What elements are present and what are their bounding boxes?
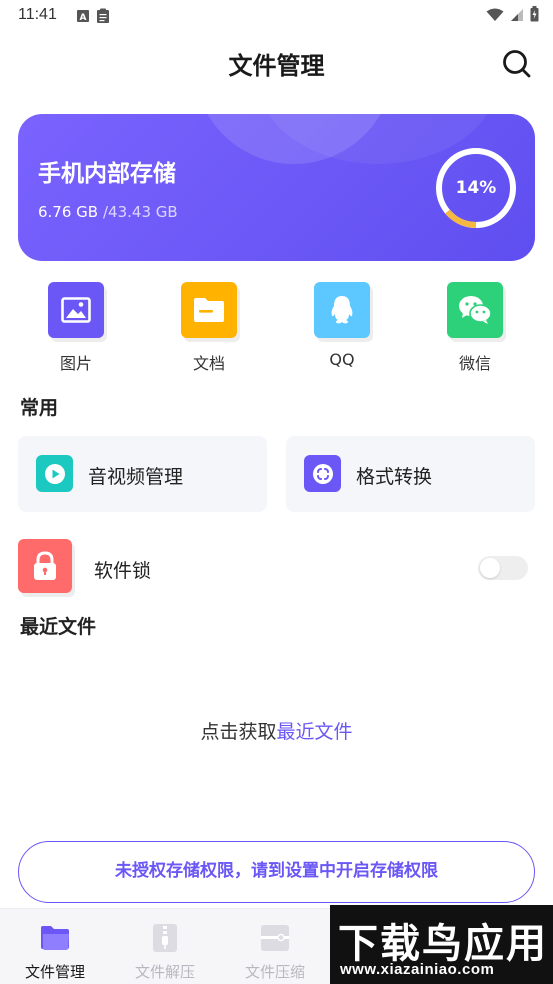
lock-icon xyxy=(34,551,56,580)
wifi-icon xyxy=(486,7,504,26)
storage-used: 6.76 GB xyxy=(38,203,99,221)
storage-percent: 14% xyxy=(455,178,497,198)
recent-empty-prefix: 点击获取 xyxy=(200,721,277,743)
category-label: 微信 xyxy=(458,354,491,373)
toggle-knob xyxy=(480,558,500,578)
status-time: 11:41 xyxy=(18,6,57,23)
page-title: 文件管理 xyxy=(228,52,325,80)
image-icon xyxy=(61,297,91,323)
folder-tab-icon xyxy=(41,926,69,950)
category-label: QQ xyxy=(329,350,355,369)
search-button[interactable] xyxy=(501,48,533,80)
folder-icon xyxy=(194,298,224,322)
watermark-logo: 下载鸟应用 www.xiazainiao.com xyxy=(330,905,553,984)
media-manager-button[interactable]: 音视频管理 xyxy=(18,436,267,512)
convert-icon xyxy=(312,463,333,484)
tab-file-manager[interactable]: 文件管理 xyxy=(0,909,110,982)
category-documents[interactable]: 文档 xyxy=(179,282,239,374)
app-lock-toggle[interactable] xyxy=(478,556,528,580)
category-label: 图片 xyxy=(59,354,92,373)
tab-label: 文件压缩 xyxy=(244,963,305,981)
zip-icon xyxy=(153,924,177,952)
search-icon xyxy=(503,50,531,78)
storage-permission-button[interactable]: 未授权存储权限，请到设置中开启存储权限 xyxy=(18,841,535,903)
format-convert-button[interactable]: 格式转换 xyxy=(286,436,535,512)
format-convert-label: 格式转换 xyxy=(356,466,433,488)
storage-total: /43.43 GB xyxy=(103,203,178,221)
svg-text:A: A xyxy=(80,13,87,23)
category-qq[interactable]: QQ xyxy=(312,282,372,369)
app-lock-tile xyxy=(18,539,72,593)
status-bar: 11:41 A xyxy=(0,0,553,32)
compress-icon xyxy=(261,925,289,951)
storage-title: 手机内部存储 xyxy=(38,161,176,187)
watermark-url: www.xiazainiao.com xyxy=(340,961,495,978)
section-title-recent: 最近文件 xyxy=(20,616,97,638)
category-wechat[interactable]: 微信 xyxy=(445,282,505,374)
notification-a-icon: A xyxy=(76,8,90,28)
category-label: 文档 xyxy=(192,354,225,373)
battery-icon xyxy=(530,6,539,26)
play-icon xyxy=(44,463,65,484)
category-images[interactable]: 图片 xyxy=(46,282,106,374)
tab-unzip[interactable]: 文件解压 xyxy=(110,909,220,982)
app-lock-label: 软件锁 xyxy=(94,560,152,582)
signal-icon xyxy=(510,7,524,26)
media-manager-label: 音视频管理 xyxy=(88,466,184,488)
tab-compress[interactable]: 文件压缩 xyxy=(220,909,330,982)
recent-empty-state: 点击获取最近文件 xyxy=(0,717,553,744)
tab-label: 文件解压 xyxy=(134,963,195,981)
wechat-icon xyxy=(459,296,492,324)
storage-card[interactable]: 手机内部存储 6.76 GB /43.43 GB 14% xyxy=(18,114,535,261)
get-recent-files-link[interactable]: 最近文件 xyxy=(277,721,353,743)
section-title-common: 常用 xyxy=(20,397,59,419)
qq-icon xyxy=(331,296,353,324)
clipboard-icon xyxy=(96,8,110,28)
tab-label: 文件管理 xyxy=(24,963,85,981)
